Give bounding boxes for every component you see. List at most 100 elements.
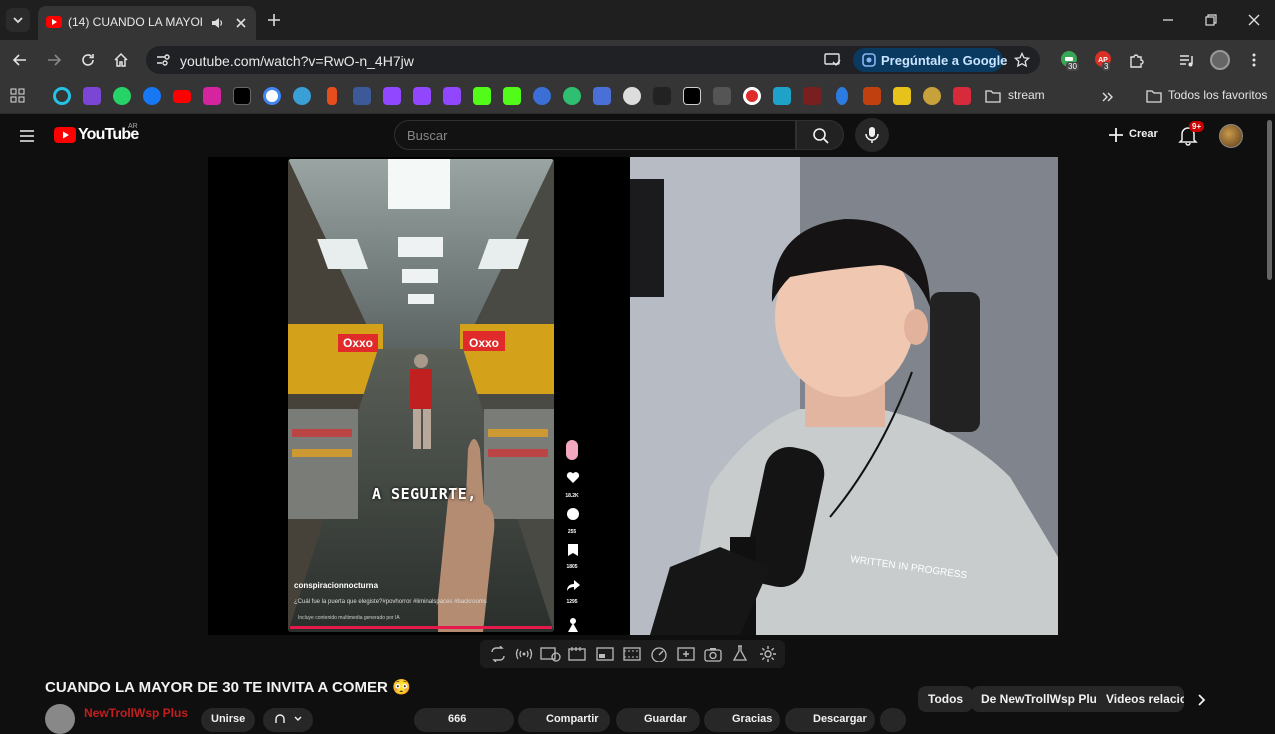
cast-install-icon[interactable]	[824, 52, 842, 68]
chevron-double-right-icon[interactable]	[1100, 90, 1114, 104]
more-vertical-icon[interactable]	[1246, 52, 1262, 68]
bookmark-circle-icon[interactable]	[53, 87, 71, 105]
channel-name[interactable]: NewTrollWsp Plus	[84, 706, 188, 720]
gear-icon[interactable]	[759, 645, 777, 663]
flask-icon[interactable]	[732, 645, 748, 663]
bookmark-kick-icon[interactable]	[503, 87, 521, 105]
tab-title: (14) CUANDO LA MAYOR D	[68, 15, 202, 29]
camera-icon[interactable]	[704, 646, 722, 662]
supermarket-scene-image: Oxxo Oxxo	[288, 159, 554, 632]
new-tab-icon[interactable]	[266, 12, 282, 28]
hamburger-menu-icon[interactable]	[19, 129, 35, 143]
speaker-icon[interactable]	[210, 16, 224, 30]
subscribed-bell-button[interactable]	[263, 708, 313, 732]
minimize-icon[interactable]	[1160, 12, 1176, 28]
voice-search-button[interactable]	[855, 118, 889, 152]
notifications-button[interactable]: 9+	[1177, 121, 1205, 148]
saves-count: 1805	[566, 564, 578, 570]
browser-tab-active[interactable]: (14) CUANDO LA MAYOR D	[38, 6, 256, 40]
thanks-button[interactable]: Gracias	[704, 708, 780, 732]
save-button[interactable]: Guardar	[616, 708, 700, 732]
bookmark-site-icon[interactable]	[713, 87, 731, 105]
bookmark-site-icon[interactable]	[923, 87, 941, 105]
loop-icon[interactable]	[490, 646, 506, 662]
chip-from-channel[interactable]: De NewTrollWsp Plus	[971, 686, 1114, 712]
picture-in-picture-icon[interactable]	[596, 646, 614, 662]
bookmark-site-icon[interactable]	[593, 87, 611, 105]
bookmark-instagram-icon[interactable]	[203, 87, 221, 105]
bookmark-site-icon[interactable]	[743, 87, 761, 105]
search-input[interactable]: Buscar	[394, 120, 796, 150]
video-caption: A SEGUIRTE,	[372, 485, 477, 503]
bookmark-twitch-icon[interactable]	[443, 87, 461, 105]
site-settings-icon[interactable]	[155, 52, 171, 68]
more-actions-button[interactable]	[880, 708, 906, 732]
close-tab-icon[interactable]	[234, 16, 248, 30]
speedometer-icon[interactable]	[650, 646, 668, 662]
reload-icon[interactable]	[80, 52, 96, 68]
chevron-right-icon[interactable]	[1194, 692, 1210, 708]
bookmark-site-icon[interactable]	[563, 87, 581, 105]
bookmark-google-icon[interactable]	[263, 87, 281, 105]
like-button[interactable]: 666	[414, 708, 514, 732]
search-button[interactable]	[796, 120, 844, 150]
restore-icon[interactable]	[1203, 12, 1219, 28]
screenshot-settings-icon[interactable]	[540, 646, 562, 662]
google-lens-icon	[862, 53, 876, 67]
extensions-puzzle-icon[interactable]	[1128, 52, 1146, 70]
bookmark-l-icon[interactable]	[773, 87, 791, 105]
bookmark-site-icon[interactable]	[836, 87, 848, 105]
apps-grid-icon[interactable]	[10, 88, 26, 104]
profile-avatar[interactable]	[1210, 50, 1230, 70]
cinema-mode-icon[interactable]	[623, 646, 641, 662]
page-scrollbar-thumb[interactable]	[1267, 120, 1272, 280]
chip-all[interactable]: Todos	[918, 686, 974, 712]
account-avatar[interactable]	[1219, 124, 1243, 148]
home-icon[interactable]	[113, 52, 129, 68]
bookmark-star-icon[interactable]	[1014, 52, 1030, 68]
film-icon[interactable]	[568, 646, 586, 662]
extension-chat[interactable]: 30	[1060, 50, 1082, 72]
bookmark-site-icon[interactable]	[353, 87, 371, 105]
bookmark-pb-icon[interactable]	[683, 87, 701, 105]
audio-waves-icon[interactable]	[514, 646, 534, 662]
video-player[interactable]: Oxxo Oxxo A SEGUIRTE, conspiracionnoctur…	[208, 157, 1058, 635]
bookmark-folder-stream[interactable]: stream	[1008, 88, 1045, 102]
bookmark-site-icon[interactable]	[803, 87, 821, 105]
bookmark-site-icon[interactable]	[653, 87, 671, 105]
all-bookmarks-folder[interactable]: Todos los favoritos	[1168, 88, 1267, 102]
bookmark-twitch-icon[interactable]	[413, 87, 431, 105]
extension-adblock[interactable]: AP 3	[1094, 50, 1116, 72]
bookmark-t-icon[interactable]	[83, 87, 101, 105]
forward-arrow-icon[interactable]	[46, 52, 62, 68]
bookmark-facebook-icon[interactable]	[143, 87, 161, 105]
bookmark-site-icon[interactable]	[623, 87, 641, 105]
bookmark-r-icon[interactable]	[533, 87, 551, 105]
bookmark-site-icon[interactable]	[953, 87, 971, 105]
bookmark-site-icon[interactable]	[293, 87, 311, 105]
bookmark-site-icon[interactable]	[893, 87, 911, 105]
youtube-play-icon	[54, 127, 76, 143]
share-button[interactable]: Compartir	[518, 708, 610, 732]
bookmark-whatsapp-icon[interactable]	[113, 87, 131, 105]
bookmark-af-icon[interactable]	[863, 87, 881, 105]
media-controls-icon[interactable]	[1178, 52, 1196, 70]
search-icon	[813, 128, 829, 144]
bookmark-youtube-icon[interactable]	[173, 90, 191, 103]
tab-search-button[interactable]	[6, 8, 30, 32]
back-arrow-icon[interactable]	[12, 52, 28, 68]
add-to-queue-icon[interactable]	[677, 646, 695, 662]
join-button[interactable]: Unirse	[201, 708, 255, 732]
create-button[interactable]: Crear	[1100, 120, 1166, 150]
download-button[interactable]: Descargar	[785, 708, 875, 732]
bookmark-twitch-icon[interactable]	[383, 87, 401, 105]
bookmark-x-icon[interactable]	[233, 87, 251, 105]
channel-avatar[interactable]	[45, 704, 75, 734]
browser-toolbar: youtube.com/watch?v=RwO-n_4H7jw Pregúnta…	[0, 40, 1275, 80]
ask-google-button[interactable]: Pregúntale a Google	[853, 48, 1007, 72]
bookmark-kick-icon[interactable]	[473, 87, 491, 105]
chip-related[interactable]: Videos relacionados	[1096, 686, 1184, 712]
close-window-icon[interactable]	[1246, 12, 1262, 28]
address-bar[interactable]: youtube.com/watch?v=RwO-n_4H7jw Pregúnta…	[146, 46, 1040, 74]
bookmark-site-icon[interactable]	[327, 87, 337, 105]
